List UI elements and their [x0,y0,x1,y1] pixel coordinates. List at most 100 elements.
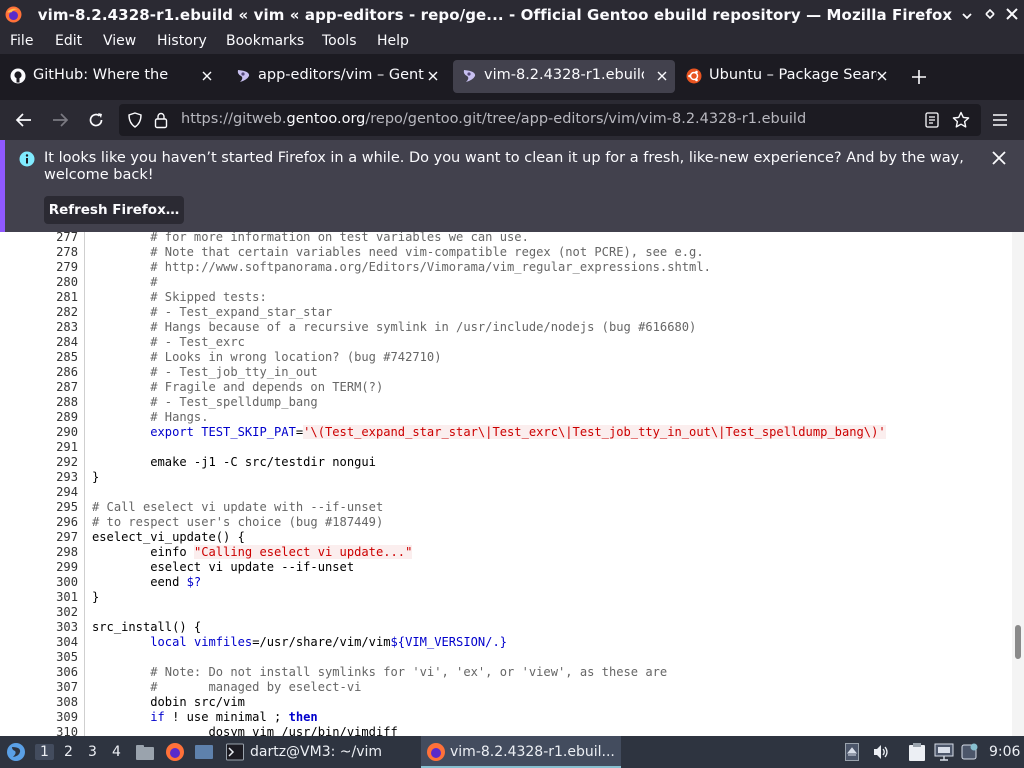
line-number[interactable]: 288 [0,395,78,410]
tab-label: app-editors/vim – Gento [258,67,424,83]
file-manager-icon[interactable] [135,742,155,762]
code-line: 280 # [0,275,1012,290]
maximize-icon[interactable] [983,7,997,21]
line-number[interactable]: 302 [0,605,78,620]
new-tab-icon[interactable] [911,69,927,85]
line-number[interactable]: 306 [0,665,78,680]
back-icon[interactable] [15,111,33,129]
line-text: # Hangs. [92,410,208,425]
line-number[interactable]: 307 [0,680,78,695]
navigation-toolbar: https://gitweb.gentoo.org/repo/gentoo.gi… [0,100,1024,140]
shield-icon[interactable] [127,112,143,128]
line-number[interactable]: 277 [0,232,78,245]
workspace-3[interactable]: 3 [88,744,97,760]
taskbar-firefox-active[interactable]: vim-8.2.4328-r1.ebuil... [421,736,621,768]
line-number[interactable]: 295 [0,500,78,515]
start-menu-icon[interactable] [6,742,26,762]
clipboard-icon[interactable] [908,742,926,762]
line-number[interactable]: 290 [0,425,78,440]
tab-label: Ubuntu – Package Search [709,67,877,83]
line-number[interactable]: 301 [0,590,78,605]
code-token: export [150,425,194,439]
line-text: # Skipped tests: [92,290,267,305]
code-line: 286 # - Test_job_tty_in_out [0,365,1012,380]
line-number[interactable]: 303 [0,620,78,635]
menu-tools[interactable]: Tools [322,33,357,49]
line-number[interactable]: 293 [0,470,78,485]
firefox-launcher-icon[interactable] [165,742,185,762]
line-number[interactable]: 309 [0,710,78,725]
line-number[interactable]: 279 [0,260,78,275]
close-tab-icon[interactable] [656,70,668,82]
menu-help[interactable]: Help [377,33,409,49]
line-number[interactable]: 300 [0,575,78,590]
lock-icon[interactable] [153,111,169,129]
tab-github[interactable]: GitHub: Where the world [2,60,222,93]
line-number[interactable]: 280 [0,275,78,290]
bookmark-star-icon[interactable] [952,111,970,129]
line-text: dobin src/vim [92,695,245,710]
line-number[interactable]: 278 [0,245,78,260]
line-number[interactable]: 292 [0,455,78,470]
forward-icon[interactable] [51,111,69,129]
tab-vim-ebuild-active[interactable]: vim-8.2.4328-r1.ebuild « [453,60,675,93]
refresh-firefox-button[interactable]: Refresh Firefox… [44,196,184,224]
close-tab-icon[interactable] [427,70,439,82]
code-token: dobin src/vim [92,695,245,709]
line-number[interactable]: 291 [0,440,78,455]
workspace-1[interactable]: 1 [35,744,54,760]
workspace-2[interactable]: 2 [64,744,73,760]
eject-icon[interactable] [845,743,859,761]
taskbar-terminal[interactable]: dartz@VM3: ~/vim [222,736,412,768]
line-number[interactable]: 297 [0,530,78,545]
reader-view-icon[interactable] [925,112,939,128]
network-icon[interactable] [934,743,954,761]
line-number[interactable]: 282 [0,305,78,320]
line-number[interactable]: 299 [0,560,78,575]
volume-icon[interactable] [872,743,890,761]
line-number[interactable]: 294 [0,485,78,500]
minimize-icon[interactable] [960,7,974,21]
line-number[interactable]: 285 [0,350,78,365]
line-number[interactable]: 284 [0,335,78,350]
line-number[interactable]: 308 [0,695,78,710]
workspace-4[interactable]: 4 [112,744,121,760]
line-number[interactable]: 298 [0,545,78,560]
line-number[interactable]: 304 [0,635,78,650]
address-bar[interactable]: https://gitweb.gentoo.org/repo/gentoo.gi… [119,104,981,136]
reload-icon[interactable] [87,111,105,129]
close-window-icon[interactable] [1005,7,1019,21]
tab-gentoo-vim[interactable]: app-editors/vim – Gento [227,60,449,93]
hamburger-menu-icon[interactable] [991,111,1009,129]
page-scrollbar[interactable] [1012,232,1024,736]
desktop-icon[interactable] [194,742,214,762]
line-text: if ! use minimal ; then [92,710,317,725]
url-text[interactable]: https://gitweb.gentoo.org/repo/gentoo.gi… [181,111,806,127]
line-number[interactable]: 310 [0,725,78,736]
line-number[interactable]: 289 [0,410,78,425]
close-notification-icon[interactable] [992,151,1006,165]
window-titlebar[interactable]: vim-8.2.4328-r1.ebuild « vim « app-edito… [0,0,1024,29]
line-number[interactable]: 305 [0,650,78,665]
menu-bookmarks[interactable]: Bookmarks [226,33,304,49]
menu-edit[interactable]: Edit [55,33,82,49]
menu-history[interactable]: History [157,33,207,49]
close-tab-icon[interactable] [201,70,213,82]
close-tab-icon[interactable] [876,70,888,82]
line-number[interactable]: 283 [0,320,78,335]
notifications-icon[interactable] [961,743,979,761]
firefox-icon [5,6,22,23]
code-line: 291 [0,440,1012,455]
code-line: 299 eselect vi update --if-unset [0,560,1012,575]
code-token: eselect_vi_update() { [92,530,245,544]
line-text: einfo "Calling eselect vi update..." [92,545,413,560]
menu-file[interactable]: File [10,33,33,49]
scrollbar-thumb[interactable] [1015,625,1021,659]
line-number[interactable]: 281 [0,290,78,305]
line-number[interactable]: 286 [0,365,78,380]
menu-view[interactable]: View [103,33,136,49]
line-number[interactable]: 287 [0,380,78,395]
tab-ubuntu[interactable]: Ubuntu – Package Search [678,60,900,93]
code-line: 279 # http://www.softpanorama.org/Editor… [0,260,1012,275]
line-number[interactable]: 296 [0,515,78,530]
